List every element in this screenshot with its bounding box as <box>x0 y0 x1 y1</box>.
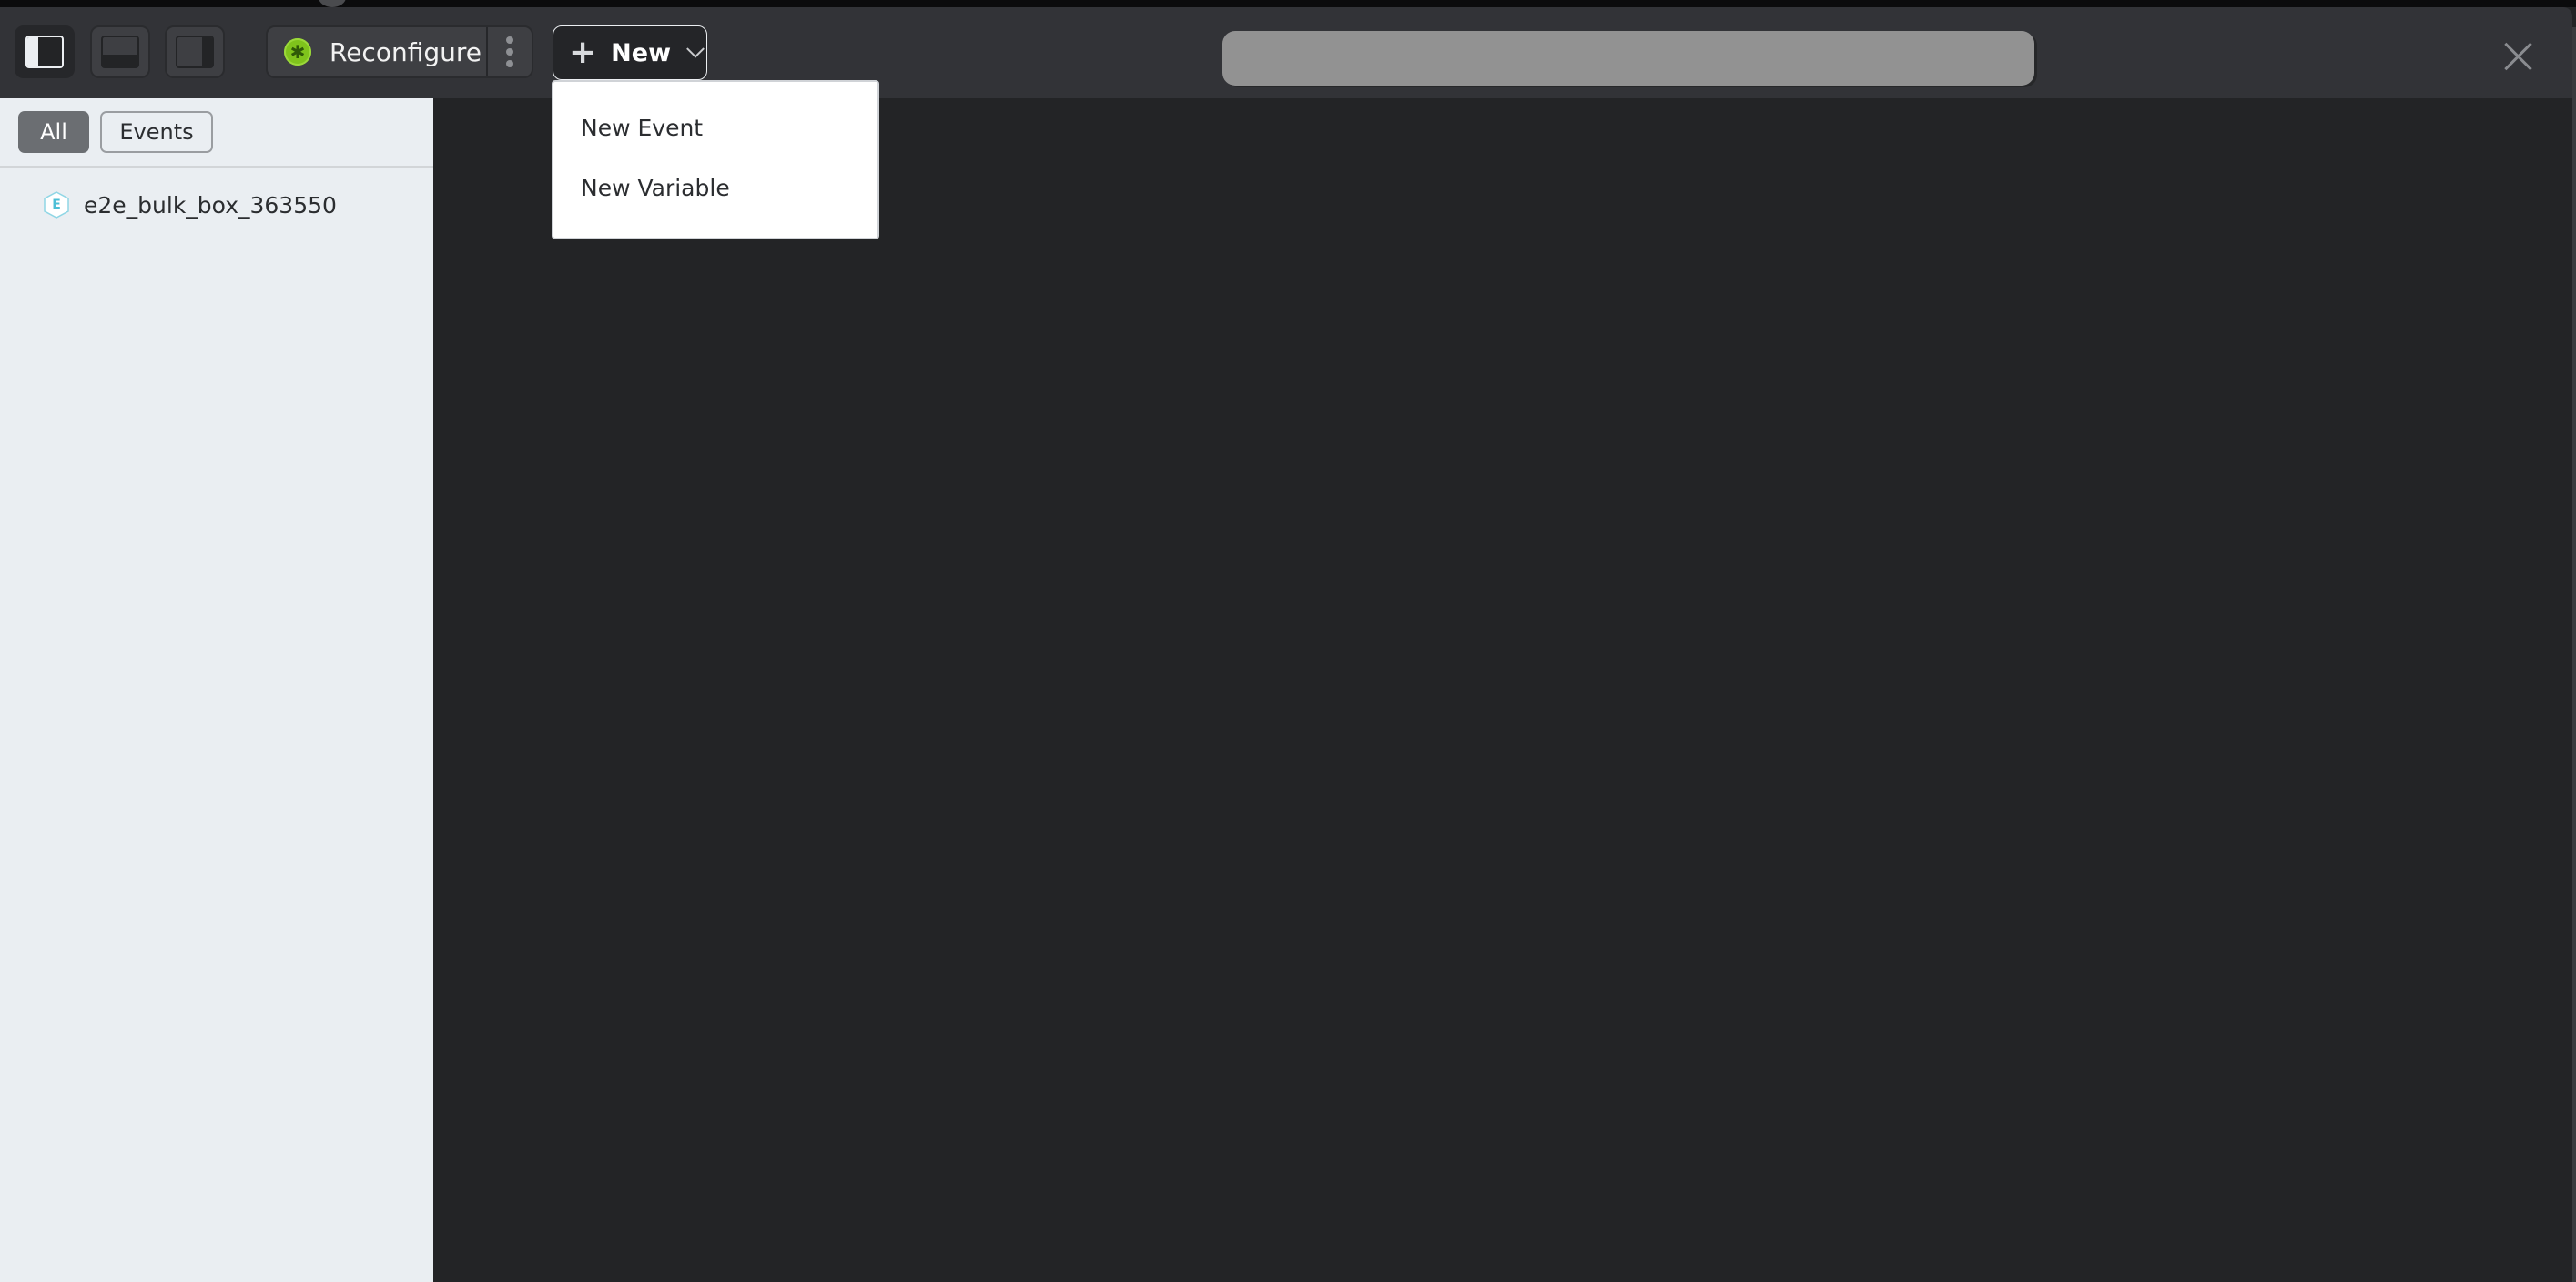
filter-bar: All Events <box>0 98 433 168</box>
list-item-label: e2e_bulk_box_363550 <box>84 191 337 219</box>
filter-all-button[interactable]: All <box>18 111 89 153</box>
filter-events-button[interactable]: Events <box>100 111 213 153</box>
window-top-strip <box>0 0 2576 7</box>
left-panel-icon <box>25 36 64 68</box>
close-icon[interactable] <box>2501 40 2534 73</box>
plus-icon: + <box>569 34 597 71</box>
list-item[interactable]: E e2e_bulk_box_363550 <box>0 186 433 224</box>
event-badge-letter: E <box>52 198 61 212</box>
gear-icon: ✱ <box>284 38 311 66</box>
reconfigure-button[interactable]: ✱ Reconfigure <box>268 27 486 76</box>
new-dropdown-menu: New Event New Variable <box>552 80 879 239</box>
more-options-button[interactable] <box>486 27 532 76</box>
new-button[interactable]: + New <box>553 25 707 80</box>
bottom-panel-icon <box>101 36 139 68</box>
left-panel-layout-button[interactable] <box>15 25 75 78</box>
sidebar: All Events E e2e_bulk_box_363550 <box>0 98 433 1282</box>
reconfigure-label: Reconfigure <box>330 36 482 67</box>
reconfigure-button-group: ✱ Reconfigure <box>266 25 533 78</box>
toolbar: ✱ Reconfigure + New <box>0 7 2572 98</box>
menu-item-new-event[interactable]: New Event <box>581 115 703 141</box>
menu-item-new-variable[interactable]: New Variable <box>581 175 730 201</box>
ellipsis-dot <box>506 60 513 67</box>
chevron-down-icon <box>686 39 705 58</box>
scrollbar[interactable] <box>2572 27 2576 1282</box>
search-input[interactable] <box>1222 31 2034 86</box>
new-label: New <box>611 38 672 67</box>
right-panel-layout-button[interactable] <box>165 25 225 78</box>
vertical-ellipsis-icon <box>506 36 513 44</box>
right-panel-icon <box>176 36 214 68</box>
event-icon: E <box>42 190 71 219</box>
bottom-panel-layout-button[interactable] <box>90 25 150 78</box>
ellipsis-dot <box>506 48 513 56</box>
